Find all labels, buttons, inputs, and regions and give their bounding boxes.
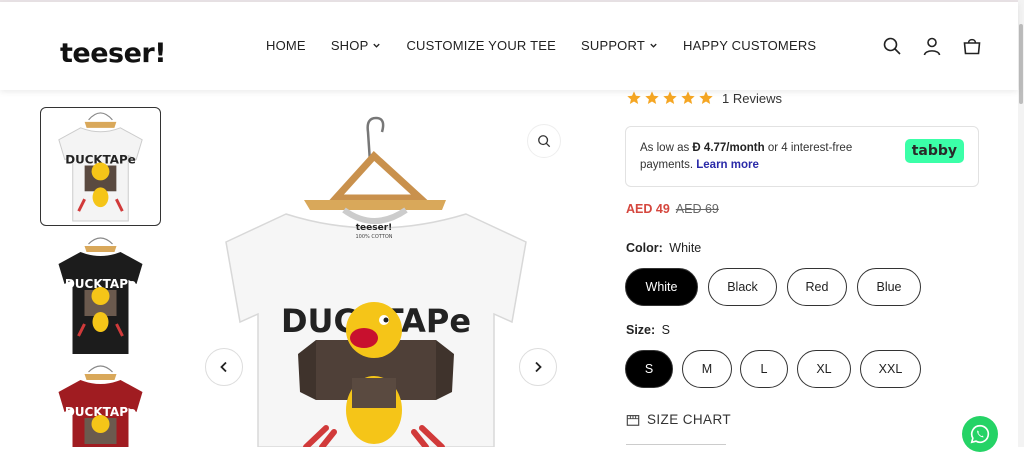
size-chart-label: SIZE CHART [647, 412, 732, 427]
size-option-m[interactable]: M [682, 350, 732, 388]
star-icon [627, 91, 641, 104]
color-selected-value: White [669, 241, 702, 255]
collar-brand-label: teeser! [356, 223, 393, 233]
reviews-count[interactable]: 1 Reviews [722, 91, 782, 106]
size-selected-value: S [661, 323, 671, 337]
whatsapp-icon [970, 424, 990, 444]
next-image-button[interactable] [519, 348, 557, 386]
thumbnail-black[interactable]: DUCKTAPe [40, 234, 161, 357]
star-icon [645, 91, 659, 104]
star-icon [681, 91, 695, 104]
size-option-xxl[interactable]: XXL [860, 350, 921, 388]
color-label: Color: White [626, 241, 701, 255]
nav-shop-label: SHOP [330, 38, 369, 53]
nav-happy-customers[interactable]: HAPPY CUSTOMERS [683, 38, 816, 53]
ruler-icon [626, 414, 640, 426]
nav-shop[interactable]: SHOP [331, 38, 382, 53]
main-nav: HOME SHOP CUSTOMIZE YOUR TEE SUPPORT HAP… [266, 38, 841, 53]
tshirt-thumbnail-image: DUCKTAPe [58, 365, 143, 447]
zoom-icon [538, 135, 551, 148]
header-actions [882, 36, 982, 56]
cart-icon[interactable] [962, 36, 982, 56]
tabby-installment-box: As low as Đ 4.77/month or 4 interest-fre… [625, 126, 979, 187]
nav-customize[interactable]: CUSTOMIZE YOUR TEE [406, 38, 556, 53]
search-icon[interactable] [882, 36, 902, 56]
section-divider [626, 444, 726, 445]
thumbnail-red[interactable]: DUCKTAPe [40, 362, 161, 447]
size-label: Size: S [626, 323, 670, 337]
prev-image-button[interactable] [205, 348, 243, 386]
star-rating [626, 90, 714, 106]
tshirt-thumbnail-image: DUCKTAPe [58, 237, 143, 354]
tabby-text: As low as Đ 4.77/month or 4 interest-fre… [640, 140, 900, 174]
page-scrollbar[interactable] [1018, 0, 1024, 447]
chevron-left-icon [220, 361, 227, 373]
thumbnail-white[interactable]: DUCKTAPe [40, 107, 161, 226]
tabby-logo: tabby [904, 139, 964, 163]
color-option-red[interactable]: Red [787, 268, 847, 306]
nav-support[interactable]: SUPPORT [581, 38, 658, 53]
size-option-xl[interactable]: XL [797, 350, 851, 388]
color-option-blue[interactable]: Blue [857, 268, 921, 306]
tshirt-thumbnail-image: DUCKTAPe [58, 112, 143, 222]
main-product-image[interactable]: teeser! 100% COTTON DUCKTAPe [206, 92, 582, 447]
rating-row[interactable]: 1 Reviews [626, 90, 782, 106]
brand-logo[interactable]: teeser! [60, 38, 167, 69]
original-price: AED 69 [675, 202, 719, 216]
sale-price: AED 49 [626, 202, 670, 216]
chevron-down-icon [373, 43, 381, 48]
size-option-s[interactable]: S [625, 350, 673, 388]
nav-home-label: HOME [266, 38, 306, 53]
color-label-key: Color: [626, 241, 663, 255]
color-option-black[interactable]: Black [708, 268, 777, 306]
hanger [328, 151, 430, 202]
zoom-button[interactable] [527, 124, 561, 158]
size-option-l[interactable]: L [740, 350, 788, 388]
size-chart-link[interactable]: SIZE CHART [626, 412, 731, 427]
account-icon[interactable] [922, 36, 942, 56]
color-option-white[interactable]: White [625, 268, 698, 306]
star-icon [663, 91, 677, 104]
site-header: teeser! HOME SHOP CUSTOMIZE YOUR TEE SUP… [0, 2, 1018, 90]
scrollbar-thumb[interactable] [1019, 24, 1023, 104]
nav-home[interactable]: HOME [266, 38, 306, 53]
tabby-prefix: As low as [640, 142, 690, 154]
nav-support-label: SUPPORT [580, 38, 645, 53]
nav-customize-label: CUSTOMIZE YOUR TEE [406, 38, 556, 53]
learn-more-link[interactable]: Learn more [696, 159, 759, 171]
price-row: AED 49 AED 69 [626, 202, 719, 216]
chevron-down-icon [650, 43, 657, 48]
nav-happy-customers-label: HAPPY CUSTOMERS [683, 38, 817, 53]
collar-sub-label: 100% COTTON [355, 234, 392, 240]
chevron-right-icon [535, 361, 542, 373]
size-label-key: Size: [626, 323, 656, 337]
tshirt-main-image: teeser! 100% COTTON DUCKTAPe [225, 116, 527, 447]
tabby-amount: Đ 4.77/month [692, 142, 765, 154]
star-icon [699, 91, 713, 104]
